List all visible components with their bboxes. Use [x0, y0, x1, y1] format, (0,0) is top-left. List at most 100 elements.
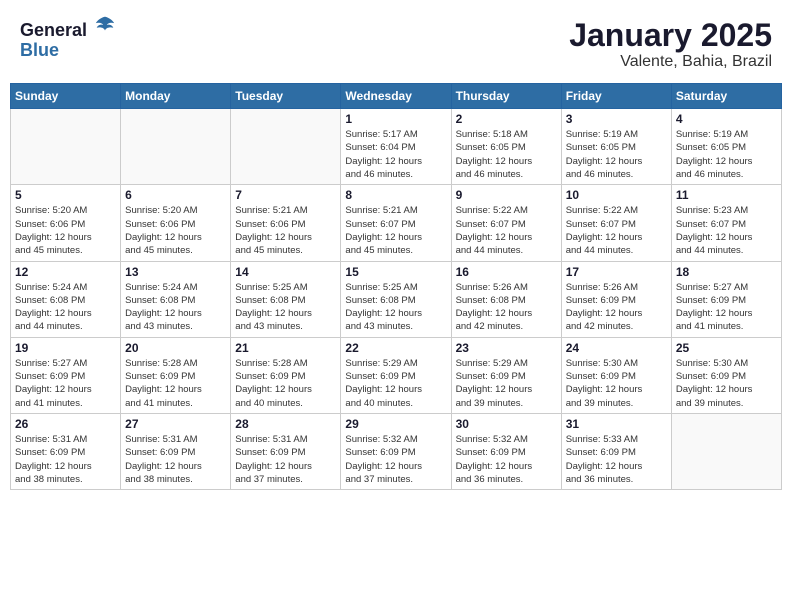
title-block: January 2025 Valente, Bahia, Brazil: [569, 18, 772, 71]
calendar-week-row: 1 Sunrise: 5:17 AMSunset: 6:04 PMDaylight…: [11, 109, 782, 185]
day-number: 25: [676, 341, 777, 355]
table-row: 30Sunrise: 5:32 AMSunset: 6:09 PMDayligh…: [451, 413, 561, 489]
day-number: 13: [125, 265, 226, 279]
table-row: 12 Sunrise: 5:24 AMSunset: 6:08 PMDayligh…: [11, 261, 121, 337]
day-info: Sunrise: 5:27 AMSunset: 6:09 PMDaylight:…: [676, 281, 777, 334]
table-row: 8Sunrise: 5:21 AMSunset: 6:07 PMDaylight…: [341, 185, 451, 261]
day-info: Sunrise: 5:27 AMSunset: 6:09 PMDaylight:…: [15, 357, 116, 410]
day-info: Sunrise: 5:21 AMSunset: 6:06 PMDaylight:…: [235, 204, 336, 257]
table-row: 19Sunrise: 5:27 AMSunset: 6:09 PMDayligh…: [11, 337, 121, 413]
day-info: Sunrise: 5:30 AMSunset: 6:09 PMDaylight:…: [566, 357, 667, 410]
table-row: 5Sunrise: 5:20 AMSunset: 6:06 PMDaylight…: [11, 185, 121, 261]
header-monday: Monday: [121, 84, 231, 109]
calendar-week-row: 26 Sunrise: 5:31 AMSunset: 6:09 PMDayligh…: [11, 413, 782, 489]
day-info: Sunrise: 5:26 AMSunset: 6:09 PMDaylight:…: [566, 281, 667, 334]
table-row: 22Sunrise: 5:29 AMSunset: 6:09 PMDayligh…: [341, 337, 451, 413]
table-row: 2 Sunrise: 5:18 AMSunset: 6:05 PMDaylight…: [451, 109, 561, 185]
day-info: Sunrise: 5:31 AMSunset: 6:09 PMDaylight:…: [125, 433, 226, 486]
day-number: 2: [456, 112, 557, 126]
table-row: 13Sunrise: 5:24 AMSunset: 6:08 PMDayligh…: [121, 261, 231, 337]
day-number: 6: [125, 188, 226, 202]
table-row: 24 Sunrise: 5:30 AMSunset: 6:09 PMDayligh…: [561, 337, 671, 413]
header-tuesday: Tuesday: [231, 84, 341, 109]
table-row: 6 Sunrise: 5:20 AMSunset: 6:06 PMDaylight…: [121, 185, 231, 261]
day-info: Sunrise: 5:32 AMSunset: 6:09 PMDaylight:…: [345, 433, 446, 486]
day-info: Sunrise: 5:29 AMSunset: 6:09 PMDaylight:…: [345, 357, 446, 410]
calendar-header-row: Sunday Monday Tuesday Wednesday Thursday…: [11, 84, 782, 109]
location-subtitle: Valente, Bahia, Brazil: [569, 53, 772, 71]
table-row: 26 Sunrise: 5:31 AMSunset: 6:09 PMDayligh…: [11, 413, 121, 489]
header-friday: Friday: [561, 84, 671, 109]
header-saturday: Saturday: [671, 84, 781, 109]
table-row: 4 Sunrise: 5:19 AMSunset: 6:05 PMDaylight…: [671, 109, 781, 185]
logo-general-text: General: [20, 20, 87, 40]
day-number: 15: [345, 265, 446, 279]
day-number: 1: [345, 112, 446, 126]
day-info: Sunrise: 5:33 AMSunset: 6:09 PMDaylight:…: [566, 433, 667, 486]
day-number: 26: [15, 417, 116, 431]
calendar-week-row: 5Sunrise: 5:20 AMSunset: 6:06 PMDaylight…: [11, 185, 782, 261]
header-thursday: Thursday: [451, 84, 561, 109]
day-number: 4: [676, 112, 777, 126]
table-row: 25 Sunrise: 5:30 AMSunset: 6:09 PMDayligh…: [671, 337, 781, 413]
table-row: 11 Sunrise: 5:23 AMSunset: 6:07 PMDayligh…: [671, 185, 781, 261]
day-info: Sunrise: 5:23 AMSunset: 6:07 PMDaylight:…: [676, 204, 777, 257]
day-number: 21: [235, 341, 336, 355]
table-row: 14 Sunrise: 5:25 AMSunset: 6:08 PMDayligh…: [231, 261, 341, 337]
page-header: General Blue January 2025 Valente, Bahia…: [10, 10, 782, 75]
day-number: 8: [345, 188, 446, 202]
table-row: 16Sunrise: 5:26 AMSunset: 6:08 PMDayligh…: [451, 261, 561, 337]
table-row: [671, 413, 781, 489]
day-number: 24: [566, 341, 667, 355]
day-info: Sunrise: 5:22 AMSunset: 6:07 PMDaylight:…: [456, 204, 557, 257]
table-row: 29 Sunrise: 5:32 AMSunset: 6:09 PMDayligh…: [341, 413, 451, 489]
day-info: Sunrise: 5:31 AMSunset: 6:09 PMDaylight:…: [235, 433, 336, 486]
day-number: 27: [125, 417, 226, 431]
header-sunday: Sunday: [11, 84, 121, 109]
day-number: 11: [676, 188, 777, 202]
table-row: 23 Sunrise: 5:29 AMSunset: 6:09 PMDayligh…: [451, 337, 561, 413]
day-info: Sunrise: 5:19 AMSunset: 6:05 PMDaylight:…: [566, 128, 667, 181]
day-number: 14: [235, 265, 336, 279]
day-info: Sunrise: 5:26 AMSunset: 6:08 PMDaylight:…: [456, 281, 557, 334]
day-number: 20: [125, 341, 226, 355]
table-row: 18 Sunrise: 5:27 AMSunset: 6:09 PMDayligh…: [671, 261, 781, 337]
day-info: Sunrise: 5:31 AMSunset: 6:09 PMDaylight:…: [15, 433, 116, 486]
day-number: 12: [15, 265, 116, 279]
day-info: Sunrise: 5:24 AMSunset: 6:08 PMDaylight:…: [15, 281, 116, 334]
table-row: 17 Sunrise: 5:26 AMSunset: 6:09 PMDayligh…: [561, 261, 671, 337]
day-number: 29: [345, 417, 446, 431]
table-row: 3 Sunrise: 5:19 AMSunset: 6:05 PMDaylight…: [561, 109, 671, 185]
logo: General Blue: [20, 18, 116, 61]
day-info: Sunrise: 5:28 AMSunset: 6:09 PMDaylight:…: [235, 357, 336, 410]
day-info: Sunrise: 5:29 AMSunset: 6:09 PMDaylight:…: [456, 357, 557, 410]
day-info: Sunrise: 5:18 AMSunset: 6:05 PMDaylight:…: [456, 128, 557, 181]
day-number: 3: [566, 112, 667, 126]
day-info: Sunrise: 5:25 AMSunset: 6:08 PMDaylight:…: [235, 281, 336, 334]
table-row: [121, 109, 231, 185]
day-number: 31: [566, 417, 667, 431]
calendar-week-row: 19Sunrise: 5:27 AMSunset: 6:09 PMDayligh…: [11, 337, 782, 413]
day-info: Sunrise: 5:30 AMSunset: 6:09 PMDaylight:…: [676, 357, 777, 410]
table-row: 9 Sunrise: 5:22 AMSunset: 6:07 PMDaylight…: [451, 185, 561, 261]
logo-blue-text: Blue: [20, 41, 116, 61]
day-info: Sunrise: 5:28 AMSunset: 6:09 PMDaylight:…: [125, 357, 226, 410]
table-row: [231, 109, 341, 185]
table-row: 15Sunrise: 5:25 AMSunset: 6:08 PMDayligh…: [341, 261, 451, 337]
day-info: Sunrise: 5:17 AMSunset: 6:04 PMDaylight:…: [345, 128, 446, 181]
day-number: 23: [456, 341, 557, 355]
day-number: 18: [676, 265, 777, 279]
table-row: 10Sunrise: 5:22 AMSunset: 6:07 PMDayligh…: [561, 185, 671, 261]
day-number: 28: [235, 417, 336, 431]
calendar-table: Sunday Monday Tuesday Wednesday Thursday…: [10, 83, 782, 490]
day-number: 17: [566, 265, 667, 279]
day-info: Sunrise: 5:19 AMSunset: 6:05 PMDaylight:…: [676, 128, 777, 181]
day-number: 9: [456, 188, 557, 202]
calendar-week-row: 12 Sunrise: 5:24 AMSunset: 6:08 PMDayligh…: [11, 261, 782, 337]
table-row: 21 Sunrise: 5:28 AMSunset: 6:09 PMDayligh…: [231, 337, 341, 413]
day-number: 10: [566, 188, 667, 202]
header-wednesday: Wednesday: [341, 84, 451, 109]
day-info: Sunrise: 5:32 AMSunset: 6:09 PMDaylight:…: [456, 433, 557, 486]
day-info: Sunrise: 5:20 AMSunset: 6:06 PMDaylight:…: [125, 204, 226, 257]
table-row: 27 Sunrise: 5:31 AMSunset: 6:09 PMDayligh…: [121, 413, 231, 489]
